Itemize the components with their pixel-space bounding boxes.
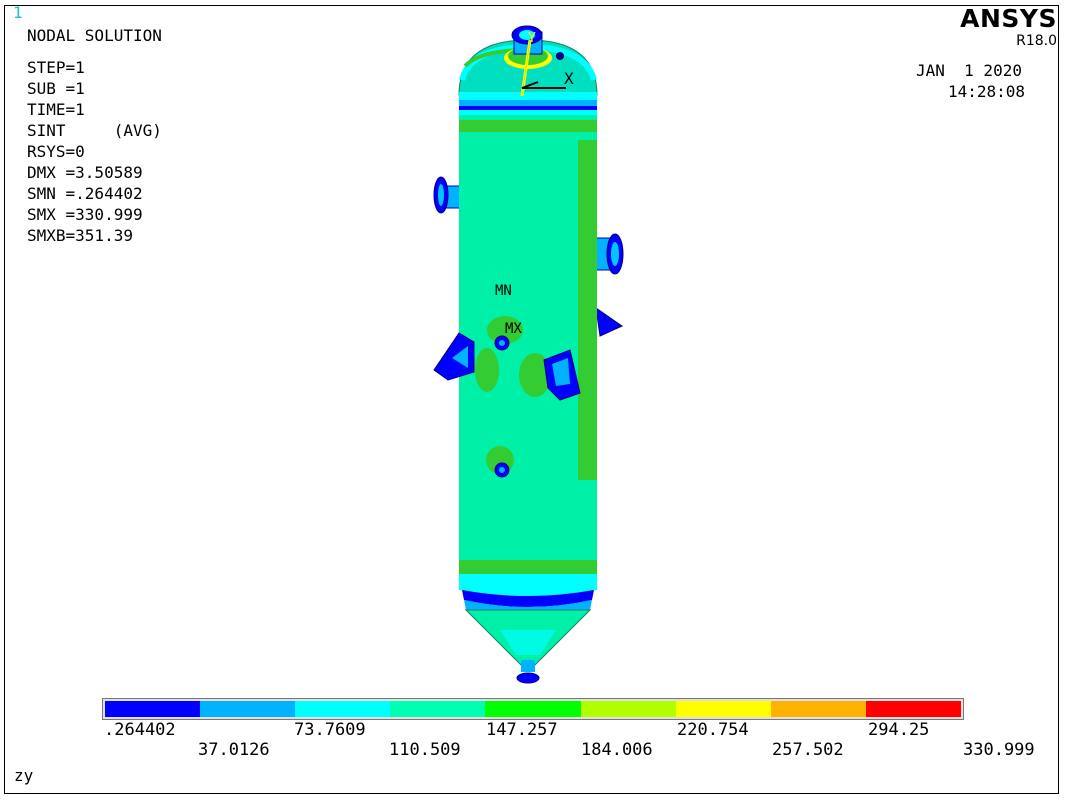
top-band-1 [459, 92, 597, 100]
right-nozzle [593, 233, 624, 275]
legend-label: .264402 [104, 720, 176, 740]
max-marker: MX [505, 321, 522, 337]
legend-label: 73.7609 [294, 720, 366, 740]
legend-swatch [770, 701, 866, 717]
right-bracket [595, 306, 624, 337]
legend-label: 330.999 [963, 740, 1035, 760]
legend-label: 294.25 [868, 720, 930, 740]
shell [459, 92, 597, 574]
min-marker: MN [495, 283, 512, 299]
legend-swatch [105, 701, 201, 717]
legend-swatch [485, 701, 581, 717]
legend-label: 257.502 [772, 740, 844, 760]
legend-label: 37.0126 [198, 740, 270, 760]
top-band-2 [459, 100, 597, 106]
top-band-3 [459, 106, 597, 110]
legend-swatch [865, 701, 961, 717]
bottom-outlet [521, 660, 535, 672]
legend-swatch [580, 701, 676, 717]
contour-legend-bar [102, 698, 964, 720]
triad-x-label: X [564, 69, 574, 88]
legend-label: 220.754 [677, 720, 749, 740]
legend-swatch [675, 701, 771, 717]
legend-swatch [200, 701, 296, 717]
triad-y-label: Y [528, 31, 536, 46]
legend-label: 147.257 [486, 720, 558, 740]
bottom-band-1 [459, 560, 597, 574]
top-band-5 [459, 120, 597, 132]
view-label: zy [14, 766, 34, 785]
bottom-band-2 [459, 574, 597, 596]
legend-swatch [295, 701, 391, 717]
top-band-4 [459, 110, 597, 115]
patch-left [475, 348, 499, 392]
legend-label: 110.509 [389, 740, 461, 760]
right-patch [578, 140, 597, 480]
legend-swatch [390, 701, 486, 717]
bottom-flange [516, 672, 540, 684]
legend-label: 184.006 [581, 740, 653, 760]
graphics-window[interactable]: 1 NODAL SOLUTION STEP=1 SUB =1 TIME=1 SI… [0, 0, 1065, 800]
vessel-model[interactable]: X Y MN MX [0, 0, 1065, 700]
